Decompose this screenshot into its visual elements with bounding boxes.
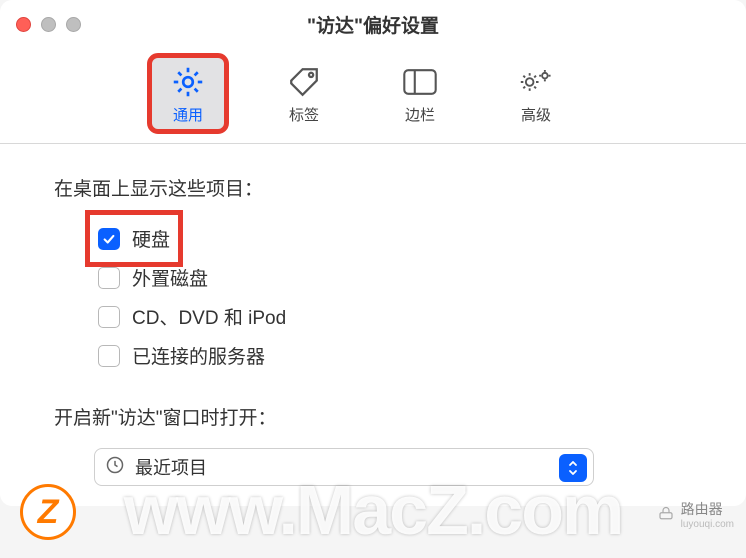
checkbox-external-label: 外置磁盘 [132,264,208,291]
checkbox-servers-label: 已连接的服务器 [132,342,265,369]
tab-advanced-label: 高级 [521,104,551,125]
new-window-label: 开启新"访达"窗口时打开： [54,403,692,430]
checkbox-row-servers[interactable]: 已连接的服务器 [94,336,692,375]
finder-preferences-window: "访达"偏好设置 通用 标签 [0,0,746,506]
traffic-lights [16,17,81,32]
checkbox-cddvd-label: CD、DVD 和 iPod [132,303,286,330]
tab-tags[interactable]: 标签 [266,56,342,131]
checkbox-harddisk[interactable] [98,228,120,250]
prefs-toolbar: 通用 标签 边栏 [0,48,746,144]
window-title: "访达"偏好设置 [0,11,746,38]
checkbox-row-cddvd[interactable]: CD、DVD 和 iPod [94,297,692,336]
tab-advanced[interactable]: 高级 [498,56,574,131]
checkbox-row-harddisk[interactable]: 硬盘 [94,219,174,258]
tag-icon [284,64,324,100]
checkbox-servers[interactable] [98,345,120,367]
dropdown-stepper-icon [559,454,587,482]
checkbox-cddvd[interactable] [98,306,120,328]
titlebar: "访达"偏好设置 [0,0,746,48]
tab-general[interactable]: 通用 [150,56,226,131]
dropdown-selected-label: 最近项目 [135,454,207,480]
tab-tags-label: 标签 [289,104,319,125]
tab-sidebar[interactable]: 边栏 [382,56,458,131]
clock-icon [105,455,125,480]
checkbox-harddisk-label: 硬盘 [132,225,170,252]
tab-sidebar-label: 边栏 [405,104,435,125]
desktop-items-label: 在桌面上显示这些项目： [54,174,692,201]
gear-icon [168,64,208,100]
minimize-button[interactable] [41,17,56,32]
checkbox-external[interactable] [98,267,120,289]
prefs-content: 在桌面上显示这些项目： 硬盘 外置磁盘 CD、DVD 和 iPod 已连接的服务… [0,144,746,506]
new-window-dropdown[interactable]: 最近项目 [94,448,594,486]
sidebar-icon [400,64,440,100]
gears-icon [516,64,556,100]
maximize-button[interactable] [66,17,81,32]
watermark-right-sub: luyouqi.com [681,519,734,530]
close-button[interactable] [16,17,31,32]
checkbox-row-external[interactable]: 外置磁盘 [94,258,692,297]
tab-general-label: 通用 [173,104,203,125]
